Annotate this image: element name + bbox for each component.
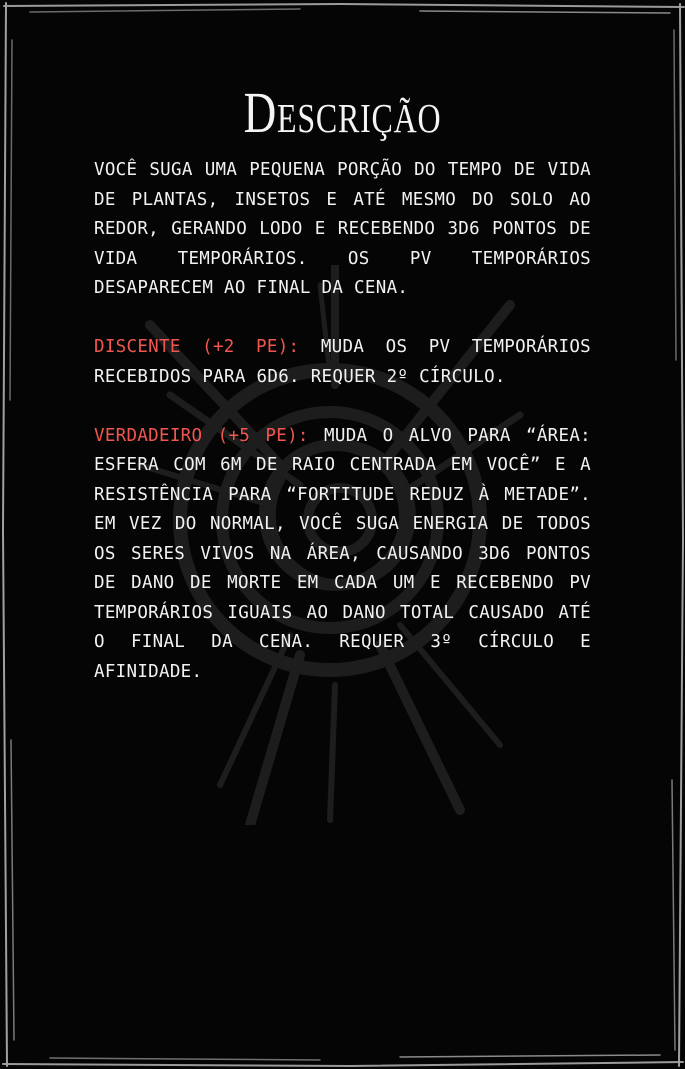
discente-paragraph: Discente (+2 PE): Muda os PV temporários… — [94, 333, 591, 392]
ritual-card: Descrição Você suga uma pequena porção d… — [0, 0, 685, 1069]
verdadeiro-text: Muda o alvo para “área: esfera com 6m de… — [94, 425, 592, 682]
description-main: Você suga uma pequena porção do tempo de… — [94, 160, 591, 298]
verdadeiro-label: Verdadeiro (+5 PE): — [94, 425, 309, 446]
discente-label: Discente (+2 PE): — [94, 337, 300, 357]
description-body: Você suga uma pequena porção do tempo de… — [94, 156, 591, 717]
page-title: Descrição — [243, 80, 442, 145]
verdadeiro-paragraph: Verdadeiro (+5 PE): Muda o alvo para “ár… — [94, 422, 591, 688]
